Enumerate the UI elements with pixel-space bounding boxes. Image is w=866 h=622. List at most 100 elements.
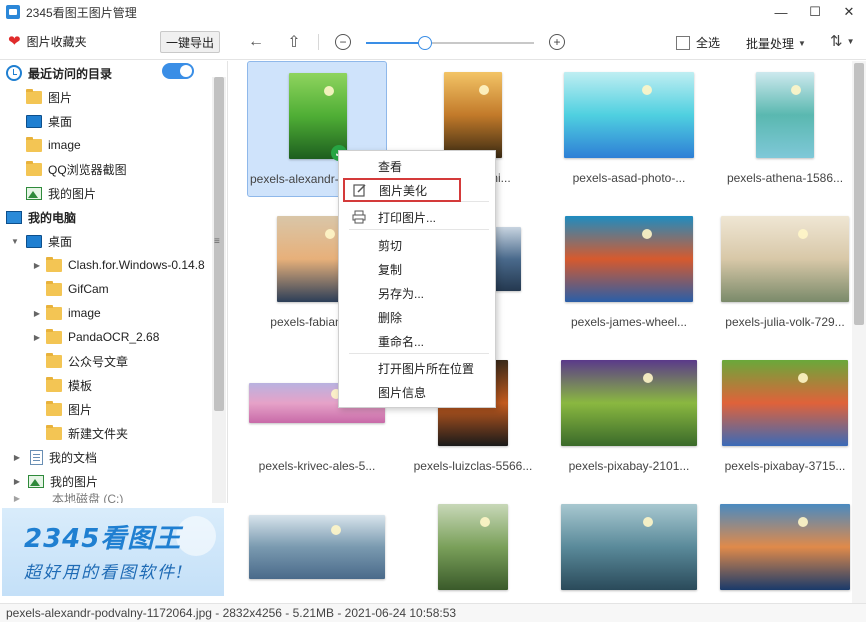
close-icon[interactable]: ✕ [832,0,866,24]
context-menu-item[interactable]: 查看 [340,154,495,178]
desktop-child[interactable]: ▶ PandaOCR_2.68 [0,325,212,349]
thumbnail-caption: pexels-james-wheel... [570,315,688,329]
status-bar: pexels-alexandr-podvalny-1172064.jpg - 2… [0,603,866,622]
zoom-in-icon[interactable]: + [549,34,565,50]
context-menu-item[interactable]: 图片美化 [343,178,461,202]
recent-item[interactable]: image [0,133,212,157]
thumbnail-image [561,360,697,446]
zoom-slider-knob[interactable] [417,36,432,50]
checkbox-icon [676,35,690,50]
favorites-button[interactable]: ❤ 图片收藏夹 [8,33,87,50]
documents-node[interactable]: ▶ 我的文档 [0,445,212,469]
context-menu: 查看 图片美化打印图片... 剪切复制另存为... 删除 重命名... 打开图片所在位置图… [338,150,496,408]
recent-dirs-label: 最近访问的目录 [28,66,113,81]
desktop-child[interactable]: GifCam [0,277,212,301]
back-arrow-icon[interactable]: ← [246,32,266,52]
context-menu-item[interactable]: 另存为... [340,281,495,305]
image-thumbnail-cell[interactable]: pexels-james-wheel... [559,205,699,341]
batch-process-dropdown[interactable]: 批量处理 ▼ [746,35,806,52]
desktop-node[interactable]: ▼ 桌面 [0,229,212,253]
splitter-grip-icon[interactable]: ≡ [214,236,220,247]
computer-icon [6,210,22,224]
folder-icon [26,160,42,176]
image-thumbnail-cell[interactable]: pexels-asad-photo-... [559,61,699,197]
select-all-checkbox[interactable]: 全选 [676,34,720,51]
ad-banner[interactable]: 2345看图王 超好用的看图软件! [2,508,224,596]
expand-arrow-icon[interactable]: ▶ [12,453,22,462]
folder-label: 公众号文章 [68,354,129,369]
recent-dirs-toggle[interactable] [162,63,194,79]
maximize-icon[interactable]: ☐ [798,0,832,24]
recent-item[interactable]: 我的图片 [0,181,212,205]
thumbnail-frame [715,69,852,161]
desktop-child[interactable]: ▶ image [0,301,212,325]
thumbnail-image [720,504,850,590]
thumbnail-image [565,216,693,302]
expand-arrow-icon[interactable]: ▶ [32,261,42,270]
ad-decoration [176,516,216,556]
recent-dirs-header[interactable]: 最近访问的目录 [0,61,212,85]
context-menu-label: 剪切 [378,238,403,253]
documents-label: 我的文档 [49,450,98,465]
desktop-child[interactable]: 新建文件夹 [0,421,212,445]
desktop-child[interactable]: 模板 [0,373,212,397]
context-menu-item[interactable]: 复制 [340,257,495,281]
desktop-child[interactable]: 公众号文章 [0,349,212,373]
expand-arrow-icon[interactable]: ▶ [12,494,22,503]
context-menu-item[interactable]: 剪切 [340,233,495,257]
pictures-node[interactable]: ▶ 我的图片 [0,469,212,493]
recent-item[interactable]: 图片 [0,85,212,109]
image-thumbnail-cell[interactable]: pexels-athena-1586... [715,61,852,197]
sidebar-scrollbar[interactable] [212,77,226,503]
thumbnail-highlight [325,229,335,239]
minimize-icon[interactable]: — [764,0,798,24]
image-thumbnail-cell[interactable] [715,493,852,603]
drive-c-node[interactable]: ▶ 本地磁盘 (C:) [0,493,212,503]
thumbnail-frame [715,357,852,449]
folder-icon [46,400,62,416]
context-menu-item[interactable]: 打开图片所在位置 [340,356,495,380]
context-menu-item[interactable]: 打印图片... [340,205,495,229]
context-menu-item[interactable]: 图片信息 [340,380,495,404]
image-thumbnail-cell[interactable] [559,493,699,603]
window-controls: — ☐ ✕ [764,0,866,24]
zoom-out-icon[interactable]: − [335,34,351,50]
collapse-arrow-icon[interactable]: ▼ [10,237,20,246]
desktop-child[interactable]: 图片 [0,397,212,421]
folder-icon [46,328,62,344]
zoom-slider[interactable] [366,36,534,50]
recent-item-label: 图片 [48,90,73,105]
image-thumbnail-cell[interactable]: pexels-pixabay-3715... [715,349,852,485]
grid-scrollbar[interactable] [852,61,866,603]
context-menu-item[interactable]: 删除 [340,305,495,329]
thumbnail-highlight [324,86,334,96]
thumbnail-highlight [798,373,808,383]
image-thumbnail-cell[interactable]: pexels-julia-volk-729... [715,205,852,341]
picture-icon [28,474,44,488]
export-button[interactable]: 一键导出 [160,31,220,53]
sort-icon[interactable]: ⇅ ▼ [830,32,855,50]
folder-icon [46,280,62,296]
expand-arrow-icon[interactable]: ▶ [12,477,22,486]
my-computer-node[interactable]: 我的电脑 [0,205,212,229]
thumbnail-highlight [642,85,652,95]
image-thumbnail-cell[interactable] [247,493,387,603]
recent-item[interactable]: QQ浏览器截图 [0,157,212,181]
thumbnail-frame [559,357,699,449]
folder-icon [46,424,62,440]
context-menu-item[interactable]: 重命名... [340,329,495,353]
image-thumbnail-cell[interactable] [403,493,543,603]
grid-scroll-thumb[interactable] [854,63,864,325]
expand-arrow-icon[interactable]: ▶ [32,309,42,318]
expand-arrow-icon[interactable]: ▶ [32,333,42,342]
thumbnail-frame [248,70,388,162]
folder-label: 新建文件夹 [68,426,129,441]
image-thumbnail-cell[interactable]: pexels-pixabay-2101... [559,349,699,485]
thumbnail-image [722,360,848,446]
up-folder-icon[interactable]: ⇧ [284,32,304,52]
thumbnail-caption: pexels-pixabay-3715... [724,459,846,473]
context-menu-label: 另存为... [378,286,425,301]
recent-item[interactable]: 桌面 [0,109,212,133]
desktop-child[interactable]: ▶ Clash.for.Windows-0.14.8 [0,253,212,277]
printer-icon [352,210,366,224]
